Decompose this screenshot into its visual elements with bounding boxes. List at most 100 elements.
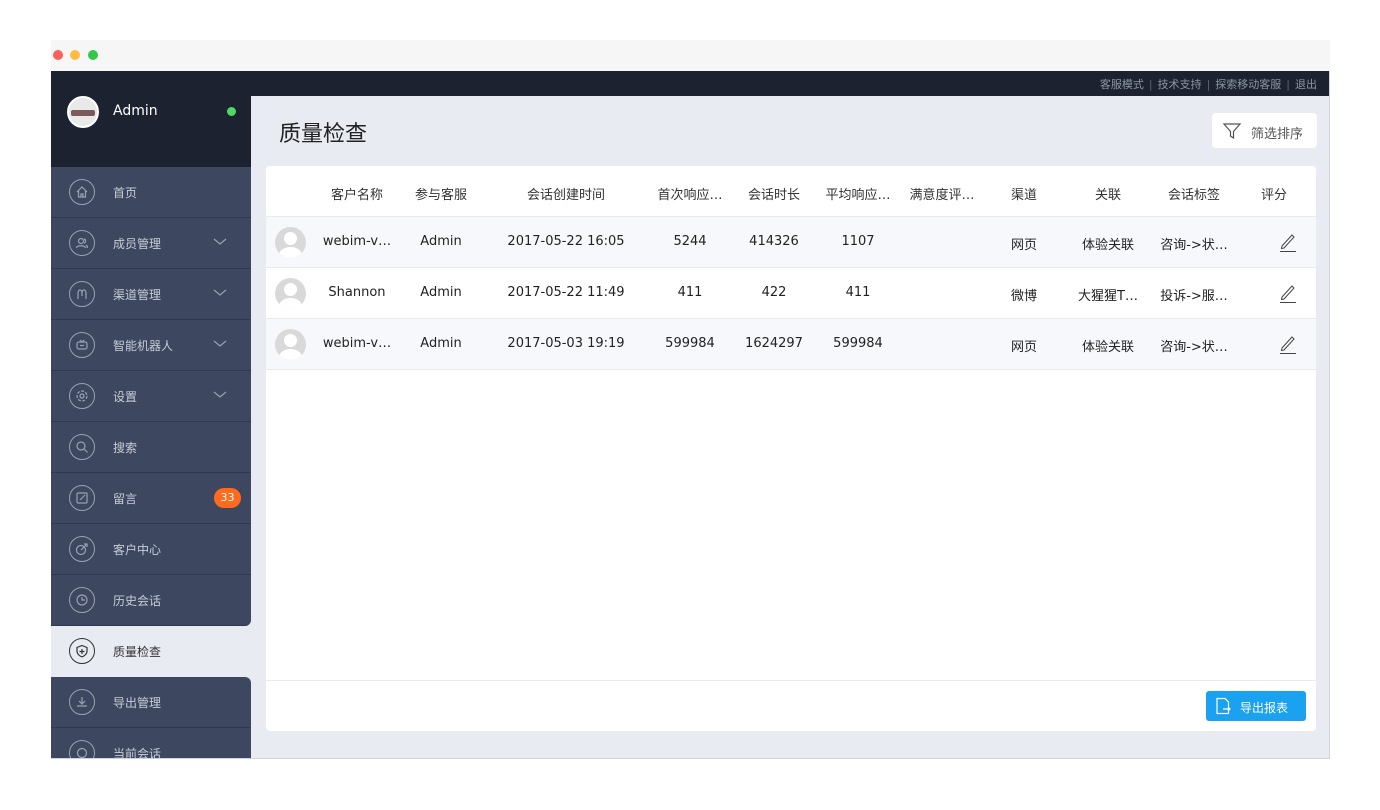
- cell-first-response: 5244: [673, 234, 707, 249]
- sidebar-item-label: 客户中心: [113, 543, 162, 557]
- cell-tags: 咨询->状…: [1160, 238, 1228, 253]
- window-close-button[interactable]: [53, 50, 63, 60]
- column-header[interactable]: 首次响应…: [654, 184, 726, 203]
- filter-sort-label: 筛选排序: [1251, 127, 1304, 142]
- window-minimize-button[interactable]: [70, 50, 80, 60]
- export-report-label: 导出报表: [1240, 701, 1289, 715]
- sidebar-item-label: 设置: [113, 390, 138, 404]
- settings-icon: [69, 383, 95, 409]
- filter-sort-button[interactable]: 筛选排序: [1212, 113, 1317, 148]
- chevron-down-icon[interactable]: [213, 340, 227, 348]
- cell-channel: 网页: [1010, 340, 1037, 355]
- cell-agent: Admin: [420, 234, 462, 249]
- quality-icon: [69, 638, 95, 664]
- link-mobile-service[interactable]: 探索移动客服: [1215, 78, 1281, 91]
- cell-agent: Admin: [420, 285, 462, 300]
- cell-channel: 网页: [1010, 238, 1037, 253]
- sidebar-item-history[interactable]: 历史会话: [51, 575, 251, 626]
- cell-association: 大猩猩T…: [1078, 289, 1138, 304]
- column-header[interactable]: 平均响应…: [822, 184, 894, 203]
- app-window: 客服模式 | 技术支持 | 探索移动客服 | 退出 Admin 首页 成员管理 渠道管理: [51, 71, 1330, 759]
- quality-check-table: 客户名称 参与客服 会话创建时间 首次响应… 会话时长 平均响应… 满意度评… …: [266, 166, 1316, 731]
- customer-icon: [69, 536, 95, 562]
- filter-icon: [1222, 123, 1242, 140]
- column-header[interactable]: 关联: [1066, 184, 1150, 203]
- sidebar-item-channels[interactable]: 渠道管理: [51, 269, 251, 320]
- online-status-dot: [227, 107, 236, 116]
- sidebar-item-export[interactable]: 导出管理: [51, 677, 251, 728]
- sidebar-item-customers[interactable]: 客户中心: [51, 524, 251, 575]
- column-header[interactable]: 会话标签: [1156, 184, 1232, 203]
- cell-customer-name: webim-v…: [322, 234, 392, 249]
- cell-association: 体验关联: [1081, 340, 1134, 355]
- sidebar-item-settings[interactable]: 设置: [51, 371, 251, 422]
- cell-created-time: 2017-05-03 19:19: [507, 336, 625, 351]
- profile-name: Admin: [113, 103, 158, 119]
- chevron-down-icon[interactable]: [213, 391, 227, 399]
- customer-avatar: [275, 329, 306, 360]
- main-panel: 质量检查 筛选排序 客户名称 参与客服 会话创建时间 首次响应… 会话时长 平均…: [251, 96, 1329, 758]
- sidebar-item-search[interactable]: 搜索: [51, 422, 251, 473]
- sidebar-item-label: 留言: [113, 492, 138, 506]
- edit-score-icon[interactable]: [1278, 282, 1298, 304]
- cell-avg-response: 1107: [841, 234, 875, 249]
- export-report-button[interactable]: 导出报表: [1206, 691, 1306, 721]
- link-service-mode[interactable]: 客服模式: [1100, 78, 1144, 91]
- cell-first-response: 411: [677, 285, 703, 300]
- chat-icon: [69, 740, 95, 758]
- sidebar-menu: 首页 成员管理 渠道管理 智能机器人 设置 搜索 留言 33 客户中心 历史会话…: [51, 167, 251, 759]
- history-icon: [69, 587, 95, 613]
- page-title: 质量检查: [279, 122, 368, 147]
- link-tech-support[interactable]: 技术支持: [1158, 78, 1202, 91]
- column-header[interactable]: 满意度评…: [904, 184, 980, 203]
- window-maximize-button[interactable]: [88, 50, 98, 60]
- table-row[interactable]: webim-v… Admin 2017-05-03 19:19 599984 1…: [266, 319, 1316, 370]
- sidebar: Admin 首页 成员管理 渠道管理 智能机器人 设置 搜索 留言 33 客户中…: [51, 71, 251, 759]
- cell-tags: 咨询->状…: [1160, 340, 1228, 355]
- sidebar-item-home[interactable]: 首页: [51, 167, 251, 218]
- sidebar-item-robot[interactable]: 智能机器人: [51, 320, 251, 371]
- customer-avatar: [275, 227, 306, 258]
- column-header[interactable]: 渠道: [996, 184, 1052, 203]
- chevron-down-icon[interactable]: [213, 238, 227, 246]
- sidebar-item-messages[interactable]: 留言 33: [51, 473, 251, 524]
- sidebar-item-label: 首页: [113, 186, 138, 200]
- export-file-icon: [1216, 697, 1231, 715]
- column-header[interactable]: 客户名称: [316, 184, 398, 203]
- edit-score-icon[interactable]: [1278, 333, 1298, 355]
- cell-tags: 投诉->服…: [1160, 289, 1228, 304]
- cell-agent: Admin: [420, 336, 462, 351]
- sidebar-item-members[interactable]: 成员管理: [51, 218, 251, 269]
- sidebar-item-current-chat[interactable]: 当前会话: [51, 728, 251, 759]
- channel-icon: [69, 281, 95, 307]
- table-row[interactable]: webim-v… Admin 2017-05-22 16:05 5244 414…: [266, 217, 1316, 268]
- column-header[interactable]: 会话时长: [736, 184, 812, 203]
- column-header[interactable]: 评分: [1250, 184, 1298, 203]
- message-icon: [69, 485, 95, 511]
- edit-score-icon[interactable]: [1278, 231, 1298, 253]
- column-header[interactable]: 参与客服: [406, 184, 476, 203]
- table-header: 客户名称 参与客服 会话创建时间 首次响应… 会话时长 平均响应… 满意度评… …: [266, 166, 1316, 217]
- sidebar-item-label: 历史会话: [113, 594, 162, 608]
- cell-avg-response: 411: [845, 285, 871, 300]
- cell-first-response: 599984: [665, 336, 715, 351]
- table-row[interactable]: Shannon Admin 2017-05-22 11:49 411 422 4…: [266, 268, 1316, 319]
- home-icon: [69, 179, 95, 205]
- sidebar-item-label: 智能机器人: [113, 339, 174, 353]
- cell-duration: 414326: [749, 234, 799, 249]
- robot-icon: [69, 332, 95, 358]
- sidebar-item-label: 当前会话: [113, 747, 162, 759]
- export-icon: [69, 689, 95, 715]
- link-logout[interactable]: 退出: [1295, 78, 1317, 91]
- cell-duration: 422: [761, 285, 787, 300]
- window-titlebar: [51, 40, 1330, 71]
- cell-customer-name: Shannon: [328, 285, 386, 300]
- cell-created-time: 2017-05-22 11:49: [507, 285, 625, 300]
- sidebar-item-label: 质量检查: [113, 645, 162, 659]
- members-icon: [69, 230, 95, 256]
- cell-channel: 微博: [1010, 289, 1037, 304]
- avatar[interactable]: [67, 96, 99, 128]
- column-header[interactable]: 会话创建时间: [496, 184, 636, 203]
- sidebar-item-quality-check[interactable]: 质量检查: [51, 626, 251, 677]
- chevron-down-icon[interactable]: [213, 289, 227, 297]
